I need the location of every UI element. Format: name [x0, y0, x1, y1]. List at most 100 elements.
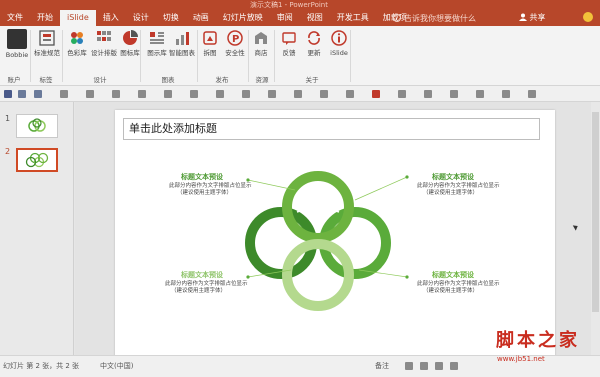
- notes-button[interactable]: 备注: [375, 361, 389, 371]
- layout-icon: [95, 29, 113, 47]
- update-icon: [305, 29, 323, 47]
- block-note-bottom-left[interactable]: （建议使用主题字体）: [171, 288, 226, 295]
- tab-insert[interactable]: 插入: [96, 10, 126, 26]
- connector-dot: [246, 178, 250, 182]
- group-label-about: 关于: [305, 76, 319, 84]
- reading-view-icon[interactable]: [435, 362, 443, 370]
- box-icon: [310, 273, 326, 289]
- block-note-bottom-right[interactable]: （建议使用主题字体）: [423, 288, 478, 295]
- tell-me-search[interactable]: 告诉我你想要做什么: [393, 13, 476, 24]
- store-icon: [252, 29, 270, 47]
- block-note-top-right[interactable]: （建议使用主题字体）: [423, 190, 478, 197]
- color-library-icon: [68, 29, 86, 47]
- tab-developer[interactable]: 开发工具: [330, 10, 376, 26]
- language-indicator[interactable]: 中文(中国): [100, 361, 133, 371]
- slide-sorter-icon[interactable]: [420, 362, 428, 370]
- bold-icon[interactable]: [190, 90, 198, 98]
- block-title-bottom-right[interactable]: 标题文本预设: [432, 270, 474, 280]
- diagram-library-icon: [148, 29, 166, 47]
- ring-diagram: [245, 171, 409, 311]
- share-label: 共享: [529, 13, 546, 22]
- redo-icon[interactable]: [34, 90, 42, 98]
- account-label: Bobbie: [5, 51, 29, 59]
- standards-label: 标准规范: [34, 49, 60, 57]
- watermark-url: www.jb51.net: [497, 355, 545, 363]
- tab-design[interactable]: 设计: [126, 10, 156, 26]
- font-icon[interactable]: [164, 90, 172, 98]
- group-label-tags: 标签: [39, 76, 53, 84]
- person-icon: [519, 13, 527, 21]
- tab-slideshow[interactable]: 幻灯片放映: [216, 10, 270, 26]
- rotate-icon[interactable]: [450, 90, 458, 98]
- tell-me-text: 告诉我你想要做什么: [404, 14, 476, 23]
- group-icon[interactable]: [424, 90, 432, 98]
- split-image-icon: [201, 29, 219, 47]
- feedback-icon: [280, 29, 298, 47]
- account-button[interactable]: Bobbie: [0, 28, 34, 59]
- reset-icon[interactable]: [112, 90, 120, 98]
- ribbon: Bobbie 标准规范 色彩库 设计排版 图标库 设计 图示库 智能图表 图表 …: [0, 26, 600, 86]
- group-label-charts: 图表: [161, 76, 175, 84]
- scrollbar-thumb[interactable]: [592, 112, 599, 312]
- format-painter-icon[interactable]: [372, 90, 380, 98]
- slide-thumbnail-2[interactable]: [16, 148, 58, 172]
- lightbulb-icon: [276, 233, 286, 246]
- effects-icon[interactable]: [346, 90, 354, 98]
- block-title-top-left[interactable]: 标题文本预设: [181, 172, 223, 182]
- tab-file[interactable]: 文件: [0, 10, 30, 26]
- user-avatar-icon: [7, 29, 27, 49]
- block-desc-bottom-right[interactable]: 此部分内容作为文字排版占位显示: [417, 281, 500, 288]
- block-title-bottom-left[interactable]: 标题文本预设: [181, 270, 223, 280]
- align-icon[interactable]: [216, 90, 224, 98]
- fill-icon[interactable]: [294, 90, 302, 98]
- tab-transitions[interactable]: 切换: [156, 10, 186, 26]
- tab-review[interactable]: 审阅: [270, 10, 300, 26]
- block-desc-top-left[interactable]: 此部分内容作为文字排版占位显示: [169, 183, 252, 190]
- distribute-icon[interactable]: [398, 90, 406, 98]
- info-icon: [330, 29, 348, 47]
- thumbnail-number: 2: [5, 147, 11, 156]
- tab-islide[interactable]: iSlide: [60, 10, 96, 26]
- smiley-feedback-icon[interactable]: [583, 12, 593, 22]
- block-note-top-left[interactable]: （建议使用主题字体）: [177, 190, 232, 197]
- menu-tabs: 文件 开始 iSlide 插入 设计 切换 动画 幻灯片放映 审阅 视图 开发工…: [0, 10, 414, 26]
- block-desc-bottom-left[interactable]: 此部分内容作为文字排版占位显示: [165, 281, 248, 288]
- block-title-top-right[interactable]: 标题文本预设: [432, 172, 474, 182]
- shape-icon[interactable]: [242, 90, 250, 98]
- watermark-logo: 脚本之家: [496, 330, 580, 351]
- tab-view[interactable]: 视图: [300, 10, 330, 26]
- normal-view-icon[interactable]: [405, 362, 413, 370]
- crop-icon[interactable]: [502, 90, 510, 98]
- star-icon[interactable]: [476, 90, 484, 98]
- quick-access-toolbar: [0, 86, 600, 102]
- title-bar: 演示文稿1 - PowerPoint 文件 开始 iSlide 插入 设计 切换…: [0, 0, 600, 26]
- save-icon[interactable]: [4, 90, 12, 98]
- block-desc-top-right[interactable]: 此部分内容作为文字排版占位显示: [417, 183, 500, 190]
- outline-icon[interactable]: [320, 90, 328, 98]
- standards-icon: [38, 29, 56, 47]
- arrange-icon[interactable]: [268, 90, 276, 98]
- more-icon[interactable]: [528, 90, 536, 98]
- smart-chart-icon: [173, 29, 191, 47]
- slideshow-icon[interactable]: [450, 362, 458, 370]
- undo-icon[interactable]: [18, 90, 26, 98]
- slide-thumbnail-1[interactable]: [16, 114, 58, 138]
- current-slide[interactable]: 单击此处添加标题 标题文本预设 此部分内容作为文字排版占位显示 （建议使用主题字…: [115, 110, 555, 357]
- connector-dot: [246, 275, 250, 279]
- security-icon: P: [226, 29, 244, 47]
- connector-line: [354, 176, 408, 201]
- group-label-design: 设计: [93, 76, 107, 84]
- layout-icon[interactable]: [86, 90, 94, 98]
- tab-animations[interactable]: 动画: [186, 10, 216, 26]
- standards-button[interactable]: 标准规范: [30, 28, 64, 57]
- lightbulb-icon: [393, 14, 401, 22]
- tab-home[interactable]: 开始: [30, 10, 60, 26]
- slide-counter: 幻灯片 第 2 张，共 2 张: [3, 362, 80, 370]
- ring-top: [282, 171, 354, 243]
- new-slide-icon[interactable]: [60, 90, 68, 98]
- vertical-scrollbar[interactable]: [591, 102, 600, 355]
- icon-library-icon: [121, 29, 139, 47]
- share-button[interactable]: 共享: [519, 12, 546, 23]
- section-icon[interactable]: [138, 90, 146, 98]
- window-title: 演示文稿1 - PowerPoint: [250, 1, 328, 9]
